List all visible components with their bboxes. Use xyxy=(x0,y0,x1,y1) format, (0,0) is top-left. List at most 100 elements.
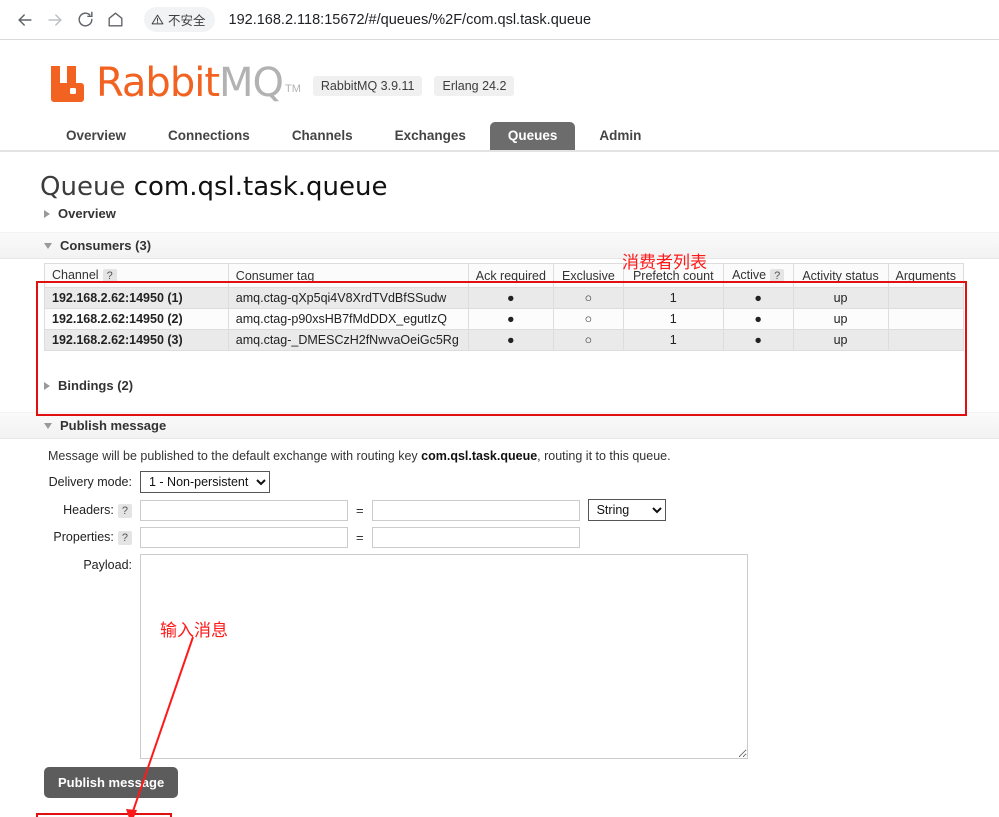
warning-triangle-icon xyxy=(151,14,164,25)
cell-arguments xyxy=(887,308,964,330)
publish-message-button[interactable]: Publish message xyxy=(44,767,179,798)
logo-wordmark: RabbitMQ TM xyxy=(96,63,301,103)
publish-button-highlight-box xyxy=(36,813,172,817)
publish-description: Message will be published to the default… xyxy=(0,439,999,463)
tab-admin[interactable]: Admin xyxy=(581,122,659,150)
reload-icon xyxy=(77,11,93,27)
headers-key-input[interactable] xyxy=(140,499,348,521)
consumers-table: Channel? Consumer tag Ack required Exclu… xyxy=(44,263,964,351)
tab-queues[interactable]: Queues xyxy=(489,122,576,150)
main-nav: Overview Connections Channels Exchanges … xyxy=(0,122,999,152)
reload-button[interactable] xyxy=(70,5,100,35)
chevron-right-icon xyxy=(44,209,50,218)
section-overview-label: Overview xyxy=(58,206,116,221)
table-header-row: Channel? Consumer tag Ack required Exclu… xyxy=(44,263,964,288)
cell-prefetch-count: 1 xyxy=(622,329,724,351)
cell-channel[interactable]: 192.168.2.62:14950 (1) xyxy=(44,287,229,309)
security-label: 不安全 xyxy=(168,14,206,28)
headers-help-icon[interactable]: ? xyxy=(117,503,132,518)
back-button[interactable] xyxy=(10,5,40,35)
rabbitmq-version-chip: RabbitMQ 3.9.11 xyxy=(312,76,423,96)
properties-key-input[interactable] xyxy=(140,527,348,548)
cell-exclusive: ○ xyxy=(552,329,624,351)
cell-activity-status: up xyxy=(792,329,889,351)
back-arrow-icon xyxy=(18,13,32,26)
section-overview[interactable]: Overview xyxy=(0,202,999,226)
col-active-label: Active xyxy=(732,268,767,282)
browser-toolbar: 不安全 192.168.2.118:15672/#/queues/%2F/com… xyxy=(0,0,999,40)
cell-ack-required: ● xyxy=(467,329,554,351)
cell-consumer-tag: amq.ctag-qXp5qi4V8XrdTVdBfSSudw xyxy=(227,287,469,309)
payload-textarea[interactable] xyxy=(140,554,748,759)
tab-connections[interactable]: Connections xyxy=(150,122,268,150)
properties-label: Properties:? xyxy=(0,530,140,545)
channel-help-icon[interactable]: ? xyxy=(102,269,117,283)
headers-label-text: Headers: xyxy=(63,502,114,517)
section-consumers[interactable]: Consumers (3) xyxy=(0,232,999,259)
chevron-down-icon xyxy=(44,422,52,429)
chevron-right-icon xyxy=(44,381,50,390)
section-bindings[interactable]: Bindings (2) xyxy=(0,373,999,398)
cell-activity-status: up xyxy=(792,287,889,309)
delivery-mode-select[interactable]: 1 - Non-persistent xyxy=(140,471,270,493)
headers-type-select[interactable]: String xyxy=(587,499,666,521)
consumers-table-wrap: Channel? Consumer tag Ack required Exclu… xyxy=(0,259,999,351)
table-row[interactable]: 192.168.2.62:14950 (3) amq.ctag-_DMESCzH… xyxy=(44,329,964,351)
section-publish-message[interactable]: Publish message xyxy=(0,412,999,439)
address-bar[interactable]: 不安全 192.168.2.118:15672/#/queues/%2F/com… xyxy=(138,4,989,35)
tab-overview[interactable]: Overview xyxy=(48,122,144,150)
col-ack-required[interactable]: Ack required xyxy=(467,263,554,288)
col-consumer-tag[interactable]: Consumer tag xyxy=(227,263,469,288)
col-active[interactable]: Active? xyxy=(722,263,794,288)
cell-exclusive: ○ xyxy=(552,287,624,309)
col-arguments[interactable]: Arguments xyxy=(887,263,964,288)
logo-rabbit-text: Rabbit xyxy=(96,60,220,106)
row-properties: Properties:? = xyxy=(0,527,999,548)
properties-equals-sign: = xyxy=(356,530,364,545)
publish-desc-pre: Message will be published to the default… xyxy=(48,449,422,463)
cell-arguments xyxy=(887,287,964,309)
properties-help-icon[interactable]: ? xyxy=(117,531,132,545)
cell-active: ● xyxy=(722,287,794,309)
tab-exchanges[interactable]: Exchanges xyxy=(377,122,484,150)
tab-channels[interactable]: Channels xyxy=(274,122,371,150)
logo-tm-text: TM xyxy=(285,83,301,95)
row-headers: Headers:? = String xyxy=(0,499,999,521)
home-button[interactable] xyxy=(100,5,130,35)
chevron-down-icon xyxy=(44,242,52,249)
col-exclusive[interactable]: Exclusive xyxy=(552,263,624,288)
url-text: 192.168.2.118:15672/#/queues/%2F/com.qsl… xyxy=(228,11,592,28)
cell-channel[interactable]: 192.168.2.62:14950 (2) xyxy=(44,308,229,330)
security-indicator[interactable]: 不安全 xyxy=(144,7,215,32)
properties-value-input[interactable] xyxy=(371,527,580,548)
publish-desc-post: , routing it to this queue. xyxy=(537,449,671,463)
cell-active: ● xyxy=(722,308,794,330)
col-activity-status[interactable]: Activity status xyxy=(792,263,889,288)
row-delivery-mode: Delivery mode: 1 - Non-persistent xyxy=(0,471,999,493)
row-publish-button: Publish message xyxy=(0,767,999,798)
rabbitmq-page: RabbitMQ TM RabbitMQ 3.9.11 Erlang 24.2 O… xyxy=(0,40,999,817)
page-title-queue-name: com.qsl.task.queue xyxy=(133,172,388,202)
active-help-icon[interactable]: ? xyxy=(770,269,785,283)
page-title-prefix: Queue xyxy=(40,172,126,202)
delivery-mode-label: Delivery mode: xyxy=(48,475,132,489)
erlang-version-chip: Erlang 24.2 xyxy=(434,76,515,96)
headers-equals-sign: = xyxy=(356,502,364,518)
publish-routing-key: com.qsl.task.queue xyxy=(421,449,538,463)
col-channel-label: Channel xyxy=(52,268,99,282)
payload-label: Payload: xyxy=(83,558,132,572)
annotation-consumers: 消费者列表 xyxy=(622,253,707,273)
cell-consumer-tag: amq.ctag-p90xsHB7fMdDDX_egutIzQ xyxy=(227,308,469,330)
section-bindings-label: Bindings (2) xyxy=(58,378,134,393)
cell-prefetch-count: 1 xyxy=(622,287,724,309)
annotation-payload: 输入消息 xyxy=(160,621,228,641)
cell-channel[interactable]: 192.168.2.62:14950 (3) xyxy=(44,329,229,351)
table-row[interactable]: 192.168.2.62:14950 (2) amq.ctag-p90xsHB7… xyxy=(44,308,964,330)
payload-arrow-head xyxy=(126,809,137,817)
table-row[interactable]: 192.168.2.62:14950 (1) amq.ctag-qXp5qi4V… xyxy=(44,287,964,309)
col-channel[interactable]: Channel? xyxy=(44,263,229,288)
cell-activity-status: up xyxy=(792,308,889,330)
publish-form: Delivery mode: 1 - Non-persistent Header… xyxy=(0,463,999,798)
headers-value-input[interactable] xyxy=(371,499,580,521)
forward-button[interactable] xyxy=(40,5,70,35)
